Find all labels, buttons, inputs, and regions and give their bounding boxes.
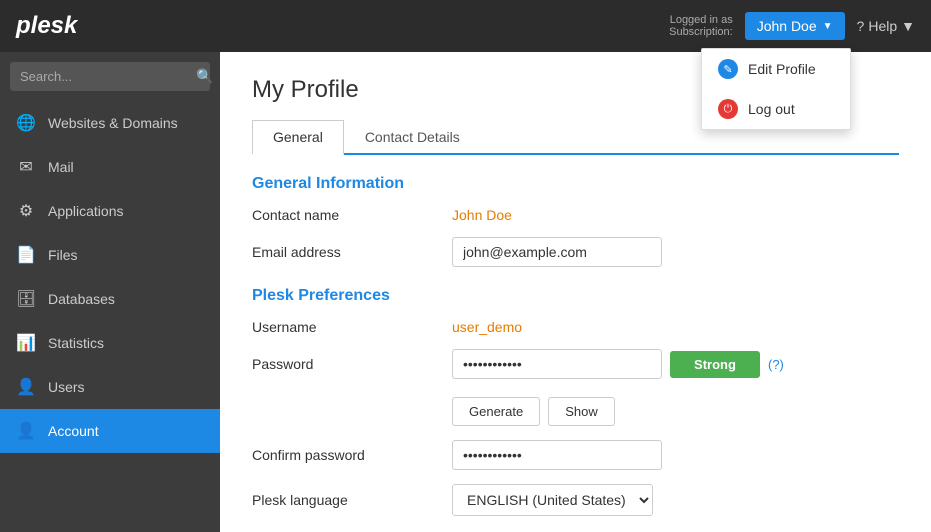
logout-item[interactable]: ⏻ Log out — [702, 89, 850, 129]
databases-icon: 🗄 — [16, 289, 36, 309]
sidebar-item-statistics[interactable]: 📊 Statistics — [0, 321, 220, 365]
edit-profile-icon: ✎ — [718, 59, 738, 79]
language-select[interactable]: ENGLISH (United States) — [452, 484, 653, 516]
plesk-logo: plesk — [16, 12, 77, 40]
contact-name-label: Contact name — [252, 207, 452, 223]
caret-icon: ▼ — [823, 21, 833, 32]
topbar: plesk Logged in as Subscription: John Do… — [0, 0, 931, 52]
account-icon: 👤 — [16, 421, 36, 441]
applications-icon: ⚙ — [16, 201, 36, 221]
sidebar-label-files: Files — [48, 247, 78, 263]
logged-in-label: Logged in as — [670, 14, 733, 26]
logout-label: Log out — [748, 101, 795, 117]
language-label: Plesk language — [252, 492, 452, 508]
confirm-password-input[interactable] — [452, 440, 662, 470]
contact-name-row: Contact name John Doe — [252, 207, 899, 223]
sidebar-label-websites-domains: Websites & Domains — [48, 115, 178, 131]
tab-contact-details[interactable]: Contact Details — [344, 120, 481, 153]
help-label: Help — [868, 18, 897, 34]
user-dropdown-menu: ✎ Edit Profile ⏻ Log out — [701, 48, 851, 130]
email-label: Email address — [252, 244, 452, 260]
tab-general[interactable]: General — [252, 120, 344, 155]
globe-icon: 🌐 — [16, 113, 36, 133]
password-buttons-row: Generate Show — [252, 393, 899, 426]
email-input[interactable] — [452, 237, 662, 267]
subscription-label: Subscription: — [669, 26, 733, 38]
sidebar-item-databases[interactable]: 🗄 Databases — [0, 277, 220, 321]
sidebar-item-account[interactable]: 👤 Account — [0, 409, 220, 453]
user-name-label: John Doe — [757, 18, 817, 34]
password-input[interactable] — [452, 349, 662, 379]
statistics-icon: 📊 — [16, 333, 36, 353]
password-controls: Strong (?) — [452, 349, 784, 379]
search-box: 🔍 — [0, 52, 220, 101]
email-row: Email address — [252, 237, 899, 267]
show-button[interactable]: Show — [548, 397, 615, 426]
search-icon: 🔍 — [196, 68, 213, 85]
files-icon: 📄 — [16, 245, 36, 265]
password-row: Password Strong (?) — [252, 349, 899, 379]
sidebar-label-applications: Applications — [48, 203, 124, 219]
username-row: Username user_demo — [252, 319, 899, 335]
password-button-group: Generate Show — [452, 397, 615, 426]
logout-icon: ⏻ — [718, 99, 738, 119]
sidebar-label-mail: Mail — [48, 159, 74, 175]
language-row: Plesk language ENGLISH (United States) — [252, 484, 899, 516]
username-label: Username — [252, 319, 452, 335]
sidebar-item-files[interactable]: 📄 Files — [0, 233, 220, 277]
confirm-password-label: Confirm password — [252, 447, 452, 463]
edit-profile-item[interactable]: ✎ Edit Profile — [702, 49, 850, 89]
password-label: Password — [252, 356, 452, 372]
search-input-wrap[interactable]: 🔍 — [10, 62, 210, 91]
users-icon: 👤 — [16, 377, 36, 397]
sidebar-item-applications[interactable]: ⚙ Applications — [0, 189, 220, 233]
topbar-right: Logged in as Subscription: John Doe ▼ ? … — [669, 12, 915, 40]
confirm-password-row: Confirm password — [252, 440, 899, 470]
search-input[interactable] — [20, 69, 196, 84]
general-info-title: General Information — [252, 175, 899, 193]
user-dropdown-button[interactable]: John Doe ▼ — [745, 12, 845, 40]
sidebar: 🔍 🌐 Websites & Domains ✉ Mail ⚙ Applicat… — [0, 52, 220, 532]
sidebar-label-databases: Databases — [48, 291, 115, 307]
password-help-icon[interactable]: (?) — [768, 357, 784, 372]
password-strength-bar: Strong — [670, 351, 760, 378]
sidebar-item-mail[interactable]: ✉ Mail — [0, 145, 220, 189]
generate-button[interactable]: Generate — [452, 397, 540, 426]
sidebar-label-users: Users — [48, 379, 85, 395]
sidebar-item-websites-domains[interactable]: 🌐 Websites & Domains — [0, 101, 220, 145]
preferences-title: Plesk Preferences — [252, 287, 899, 305]
logged-info: Logged in as Subscription: — [669, 14, 733, 38]
mail-icon: ✉ — [16, 157, 36, 177]
sidebar-label-statistics: Statistics — [48, 335, 104, 351]
help-icon: ? — [857, 18, 865, 34]
sidebar-label-account: Account — [48, 423, 99, 439]
username-value: user_demo — [452, 319, 522, 335]
contact-name-value: John Doe — [452, 207, 512, 223]
help-button[interactable]: ? Help ▼ — [857, 18, 915, 34]
edit-profile-label: Edit Profile — [748, 61, 816, 77]
sidebar-item-users[interactable]: 👤 Users — [0, 365, 220, 409]
help-caret-icon: ▼ — [901, 18, 915, 34]
